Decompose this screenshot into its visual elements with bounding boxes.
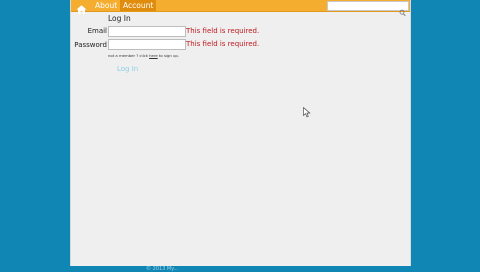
signup-hint-suffix: to sign up. xyxy=(158,53,180,58)
signup-link[interactable]: here xyxy=(149,53,158,58)
email-error: This field is required. xyxy=(186,27,260,35)
navbar: About Account xyxy=(71,0,410,17)
password-error: This field is required. xyxy=(186,40,260,48)
email-label: Email xyxy=(87,27,107,35)
nav-about[interactable]: About xyxy=(92,0,120,11)
email-field[interactable] xyxy=(108,26,186,37)
page-title: Log In xyxy=(108,14,131,23)
signup-hint: not a member ? click here to sign up. xyxy=(108,53,179,58)
login-button[interactable]: Log In xyxy=(117,65,138,73)
signup-hint-prefix: not a member ? click xyxy=(108,53,148,58)
page-container: About Account Log In Email This field is… xyxy=(70,0,411,266)
search-input[interactable] xyxy=(327,1,409,17)
home-icon[interactable] xyxy=(74,0,89,14)
footer-text: © 2013 My... xyxy=(146,266,179,272)
cursor-arrow-icon xyxy=(303,103,311,118)
search-icon[interactable] xyxy=(399,2,406,17)
password-label: Password xyxy=(74,41,107,49)
nav-account[interactable]: Account xyxy=(120,0,157,11)
password-field[interactable] xyxy=(108,39,186,50)
